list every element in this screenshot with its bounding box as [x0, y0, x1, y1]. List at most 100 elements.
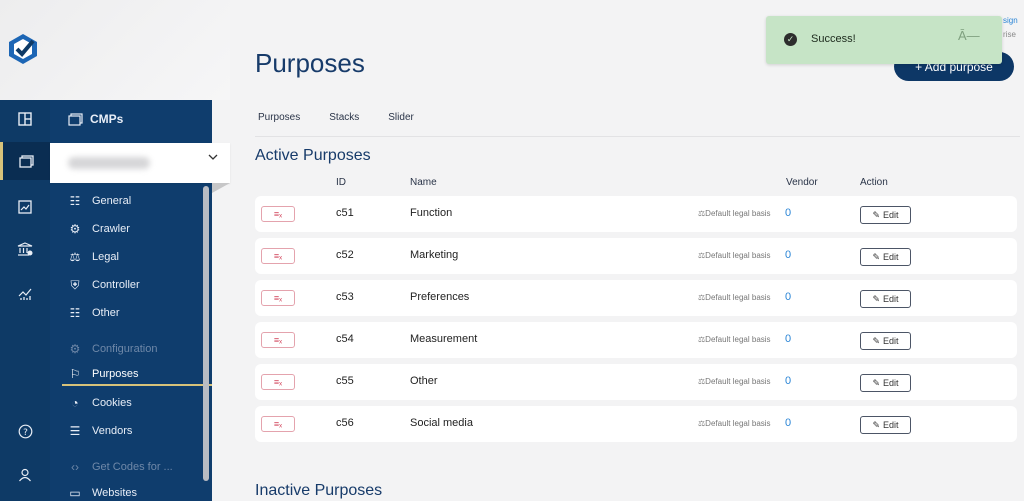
cookie-icon: ◔ — [71, 396, 79, 410]
legal-basis: ⚖Default legal basis — [698, 251, 771, 260]
tab-slider[interactable]: Slider — [388, 112, 414, 123]
vendor-count[interactable]: 0 — [785, 333, 791, 345]
edit-button[interactable]: ✎ Edit — [860, 290, 911, 308]
panel-header: CMPs — [68, 112, 123, 126]
row-name: Preferences — [410, 291, 470, 303]
pencil-icon: ✎ — [872, 251, 881, 262]
tab-stacks[interactable]: Stacks — [329, 112, 359, 123]
vendor-count[interactable]: 0 — [785, 249, 791, 261]
sidebar-item-get-codes[interactable]: ‹› Get Codes for ... — [68, 456, 173, 478]
edit-button[interactable]: ✎ Edit — [860, 332, 911, 350]
folder-icon[interactable] — [0, 142, 50, 180]
pencil-icon: ✎ — [872, 335, 881, 346]
row-name: Measurement — [410, 333, 478, 345]
table-row: ≡ₓ c51 Function ⚖Default legal basis 0 ✎… — [255, 196, 1017, 232]
row-name: Function — [410, 207, 453, 219]
user-icon[interactable] — [0, 456, 50, 494]
close-icon[interactable]: Ā— — [958, 28, 980, 43]
row-name: Marketing — [410, 249, 459, 261]
logo-area — [0, 0, 230, 100]
svg-text:?: ? — [23, 428, 28, 438]
clear-filter-icon: ≡ₓ — [273, 293, 283, 303]
page-title: Purposes — [255, 48, 365, 78]
logo-shield-check-icon[interactable] — [6, 32, 40, 66]
pencil-icon: ✎ — [872, 293, 881, 304]
sidebar-item-general[interactable]: ☷ General — [68, 190, 132, 212]
dashboard-icon[interactable] — [0, 100, 50, 138]
table-row: ≡ₓ c52 Marketing ⚖Default legal basis 0 … — [255, 238, 1017, 274]
gear-icon: ⚙ — [69, 342, 81, 356]
window-icon: ▭ — [69, 486, 81, 500]
column-action: Action — [860, 177, 888, 188]
clear-filter-icon: ≡ₓ — [273, 209, 283, 219]
delete-button[interactable]: ≡ₓ — [261, 332, 295, 348]
delete-button[interactable]: ≡ₓ — [261, 290, 295, 306]
vendor-count[interactable]: 0 — [785, 375, 791, 387]
edit-button[interactable]: ✎ Edit — [860, 248, 911, 266]
sidebar-item-cookies[interactable]: ◔ Cookies — [68, 392, 131, 414]
sidebar-scrollbar[interactable] — [203, 186, 209, 481]
bug-icon: ⚙ — [69, 222, 81, 236]
sidebar-item-other[interactable]: ☷ Other — [68, 302, 120, 324]
vendor-count[interactable]: 0 — [785, 207, 791, 219]
edit-button[interactable]: ✎ Edit — [860, 416, 911, 434]
cmp-folder-icon — [68, 112, 83, 126]
sign-link[interactable]: sign — [1003, 16, 1018, 25]
active-purposes-heading: Active Purposes — [255, 147, 371, 164]
flag-icon: ⚐ — [69, 367, 81, 381]
help-icon[interactable]: ? — [0, 412, 50, 450]
clear-filter-icon: ≡ₓ — [273, 419, 283, 429]
column-name: Name — [410, 177, 437, 188]
sidebar-item-purposes[interactable]: ⚐ Purposes — [62, 364, 212, 386]
vendor-count[interactable]: 0 — [785, 291, 791, 303]
row-id: c51 — [336, 207, 354, 219]
legal-basis: ⚖Default legal basis — [698, 377, 771, 386]
legal-basis: ⚖Default legal basis — [698, 293, 771, 302]
legal-basis: ⚖Default legal basis — [698, 335, 771, 344]
select-pointer — [212, 183, 230, 193]
corner-text: rise — [1003, 30, 1016, 39]
gavel-icon: ⚖ — [69, 250, 81, 264]
cmp-select-dropdown[interactable] — [50, 143, 230, 183]
edit-button[interactable]: ✎ Edit — [860, 374, 911, 392]
image-icon[interactable] — [0, 188, 50, 226]
clear-filter-icon: ≡ₓ — [273, 335, 283, 345]
check-circle-icon: ✓ — [784, 33, 797, 46]
row-id: c55 — [336, 375, 354, 387]
edit-button[interactable]: ✎ Edit — [860, 206, 911, 224]
table-row: ≡ₓ c53 Preferences ⚖Default legal basis … — [255, 280, 1017, 316]
tab-purposes[interactable]: Purposes — [258, 112, 300, 123]
column-id: ID — [336, 177, 346, 188]
panel-title: CMPs — [90, 112, 124, 126]
table-row: ≡ₓ c54 Measurement ⚖Default legal basis … — [255, 322, 1017, 358]
sidebar-item-controller[interactable]: ⛨ Controller — [68, 274, 139, 296]
list-icon: ☰ — [69, 424, 81, 438]
delete-button[interactable]: ≡ₓ — [261, 206, 295, 222]
clear-filter-icon: ≡ₓ — [273, 377, 283, 387]
sidebar-item-websites[interactable]: ▭ Websites — [68, 482, 137, 501]
delete-button[interactable]: ≡ₓ — [261, 248, 295, 264]
sidebar-item-crawler[interactable]: ⚙ Crawler — [68, 218, 130, 240]
pencil-icon: ✎ — [872, 377, 881, 388]
column-vendor: Vendor — [786, 177, 818, 188]
legal-basis: ⚖Default legal basis — [698, 419, 771, 428]
icon-rail: ? — [0, 100, 50, 501]
row-name: Other — [410, 375, 438, 387]
sidebar-item-vendors[interactable]: ☰ Vendors — [68, 420, 133, 442]
analytics-icon[interactable] — [0, 275, 50, 313]
tab-bar: Purposes Stacks Slider — [258, 112, 414, 123]
code-icon: ‹› — [71, 460, 79, 474]
vendor-count[interactable]: 0 — [785, 417, 791, 429]
row-id: c54 — [336, 333, 354, 345]
sidebar-item-configuration[interactable]: ⚙ Configuration — [68, 338, 158, 360]
delete-button[interactable]: ≡ₓ — [261, 416, 295, 432]
chevron-down-icon — [208, 154, 218, 160]
sliders-icon: ☷ — [69, 194, 81, 208]
sidebar-item-legal[interactable]: ⚖ Legal — [68, 246, 119, 268]
inactive-purposes-heading: Inactive Purposes — [255, 482, 383, 499]
table-row: ≡ₓ c55 Other ⚖Default legal basis 0 ✎ Edi… — [255, 364, 1017, 400]
bank-icon[interactable] — [0, 230, 50, 268]
delete-button[interactable]: ≡ₓ — [261, 374, 295, 390]
tabs-divider — [255, 136, 1020, 137]
row-id: c52 — [336, 249, 354, 261]
